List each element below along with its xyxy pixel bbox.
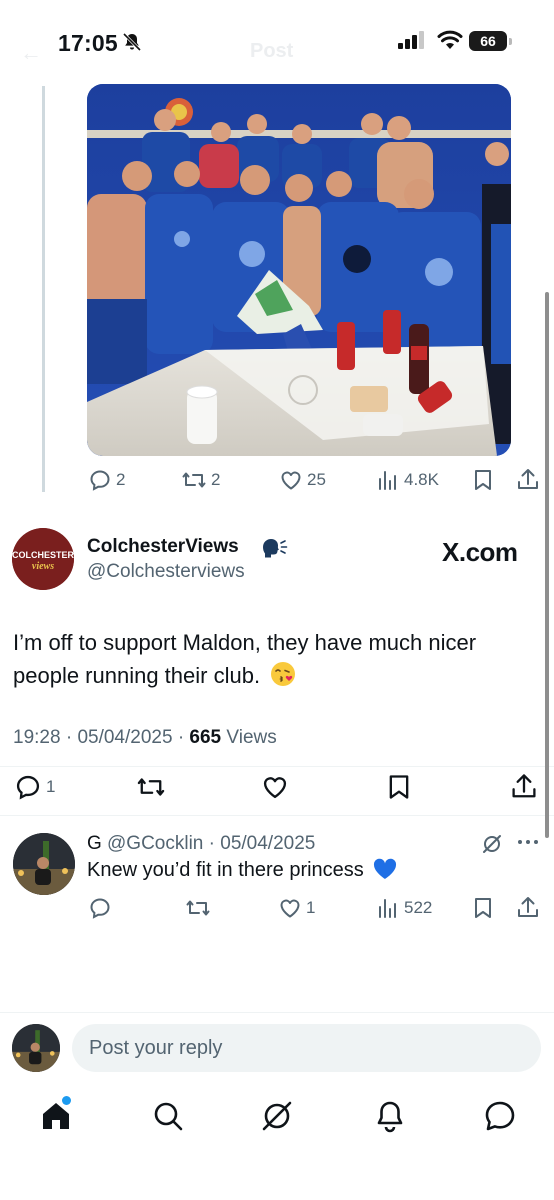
views-chart-icon <box>379 899 396 918</box>
meta-separator: · <box>65 727 78 748</box>
bookmark-icon[interactable] <box>386 773 412 801</box>
status-time: 17:05 <box>58 30 118 56</box>
reply-count: 2 <box>116 470 126 489</box>
repost-icon[interactable] <box>185 896 211 920</box>
x-com-brand: X.com <box>442 537 518 567</box>
notifications-bell-icon[interactable] <box>372 1098 408 1134</box>
grok-icon[interactable] <box>259 1098 295 1134</box>
heart-icon[interactable] <box>261 773 289 801</box>
colchesterviews-logo: COLCHESTER views <box>12 528 74 590</box>
more-options-icon[interactable] <box>517 838 539 846</box>
post-time: 19:28 <box>13 727 61 748</box>
photo-illustration <box>87 84 511 456</box>
avatar-photo <box>12 1024 60 1072</box>
reply-author-name[interactable]: G <box>87 833 102 855</box>
views-count: 4.8K <box>404 470 439 489</box>
divider <box>0 1012 554 1013</box>
views-chart-icon <box>379 471 396 490</box>
post-text-content: I’m off to support Maldon, they have muc… <box>13 630 477 688</box>
views-action[interactable]: 4.8K <box>376 468 439 492</box>
back-arrow-icon[interactable]: ← <box>20 40 42 66</box>
bell-off-icon <box>122 32 142 52</box>
reply-input[interactable] <box>72 1024 541 1072</box>
blue-heart-emoji-icon <box>374 858 397 879</box>
comment-icon[interactable] <box>88 896 112 920</box>
like-action[interactable]: 1 <box>278 896 315 920</box>
colchesterviews-avatar[interactable]: COLCHESTER views <box>12 528 74 590</box>
divider <box>0 815 554 816</box>
views-action[interactable]: 522 <box>376 896 432 920</box>
reply-text-content: Knew you’d fit in there princess <box>87 859 364 881</box>
author-display-name[interactable]: ColchesterViews <box>87 536 239 558</box>
repost-icon[interactable] <box>136 773 166 801</box>
like-count: 1 <box>306 898 316 917</box>
heart-icon <box>280 899 300 918</box>
search-icon[interactable] <box>150 1098 186 1134</box>
battery-icon: 66 <box>469 31 507 51</box>
reply-date: 05/04/2025 <box>220 833 316 854</box>
messages-icon[interactable] <box>482 1098 518 1134</box>
reply-author-handle-date[interactable]: @GCocklin · 05/04/2025 <box>107 833 315 855</box>
meta-separator: · <box>177 727 190 748</box>
like-count: 25 <box>307 470 326 489</box>
reply-count: 1 <box>46 777 56 796</box>
bookmark-icon[interactable] <box>472 896 494 920</box>
author-handle[interactable]: @Colchesterviews <box>87 561 245 583</box>
scrollbar[interactable] <box>545 292 549 838</box>
status-bar: ← Post 17:05 66 <box>0 0 554 84</box>
reply-author-handle: @GCocklin <box>107 833 204 854</box>
post-date: 05/04/2025 <box>77 727 173 748</box>
thread-connector-line <box>42 86 45 492</box>
reply-text: Knew you’d fit in there princess <box>87 858 397 882</box>
kiss-emoji-icon <box>271 662 296 686</box>
team-celebration-photo[interactable] <box>87 84 511 456</box>
meta-separator: · <box>203 833 221 854</box>
speaking-head-icon <box>263 539 288 558</box>
heart-icon <box>281 471 301 490</box>
avatar-logo-subtext: views <box>32 561 54 572</box>
share-icon[interactable] <box>510 772 538 802</box>
repost-icon <box>182 472 206 488</box>
divider <box>0 766 554 767</box>
comment-icon <box>16 775 40 800</box>
repost-action[interactable]: 2 <box>181 468 220 492</box>
grok-icon[interactable] <box>482 834 502 854</box>
page-title-ghost: Post <box>250 40 294 62</box>
avatar-logo-text: COLCHESTER <box>12 550 74 560</box>
bookmark-icon[interactable] <box>472 468 494 492</box>
reply-action[interactable]: 1 <box>14 773 55 801</box>
views-count: 522 <box>404 898 433 917</box>
post-meta: 19:28 · 05/04/2025 · 665 Views <box>13 727 277 749</box>
wifi-icon <box>437 30 463 49</box>
repost-count: 2 <box>211 470 221 489</box>
reply-author-avatar[interactable] <box>13 833 75 895</box>
battery-cap <box>509 38 512 45</box>
comment-icon <box>90 470 110 491</box>
home-notification-dot <box>62 1096 71 1105</box>
signal-icon <box>398 31 424 49</box>
share-icon[interactable] <box>516 467 540 493</box>
share-icon[interactable] <box>516 895 540 921</box>
post-text: I’m off to support Maldon, they have muc… <box>13 626 543 692</box>
reply-action[interactable]: 2 <box>88 468 125 492</box>
like-action[interactable]: 25 <box>279 468 326 492</box>
post-views-count: 665 <box>189 727 222 748</box>
current-user-avatar[interactable] <box>12 1024 60 1072</box>
avatar-photo <box>13 833 75 895</box>
post-views-label: Views <box>226 727 277 748</box>
